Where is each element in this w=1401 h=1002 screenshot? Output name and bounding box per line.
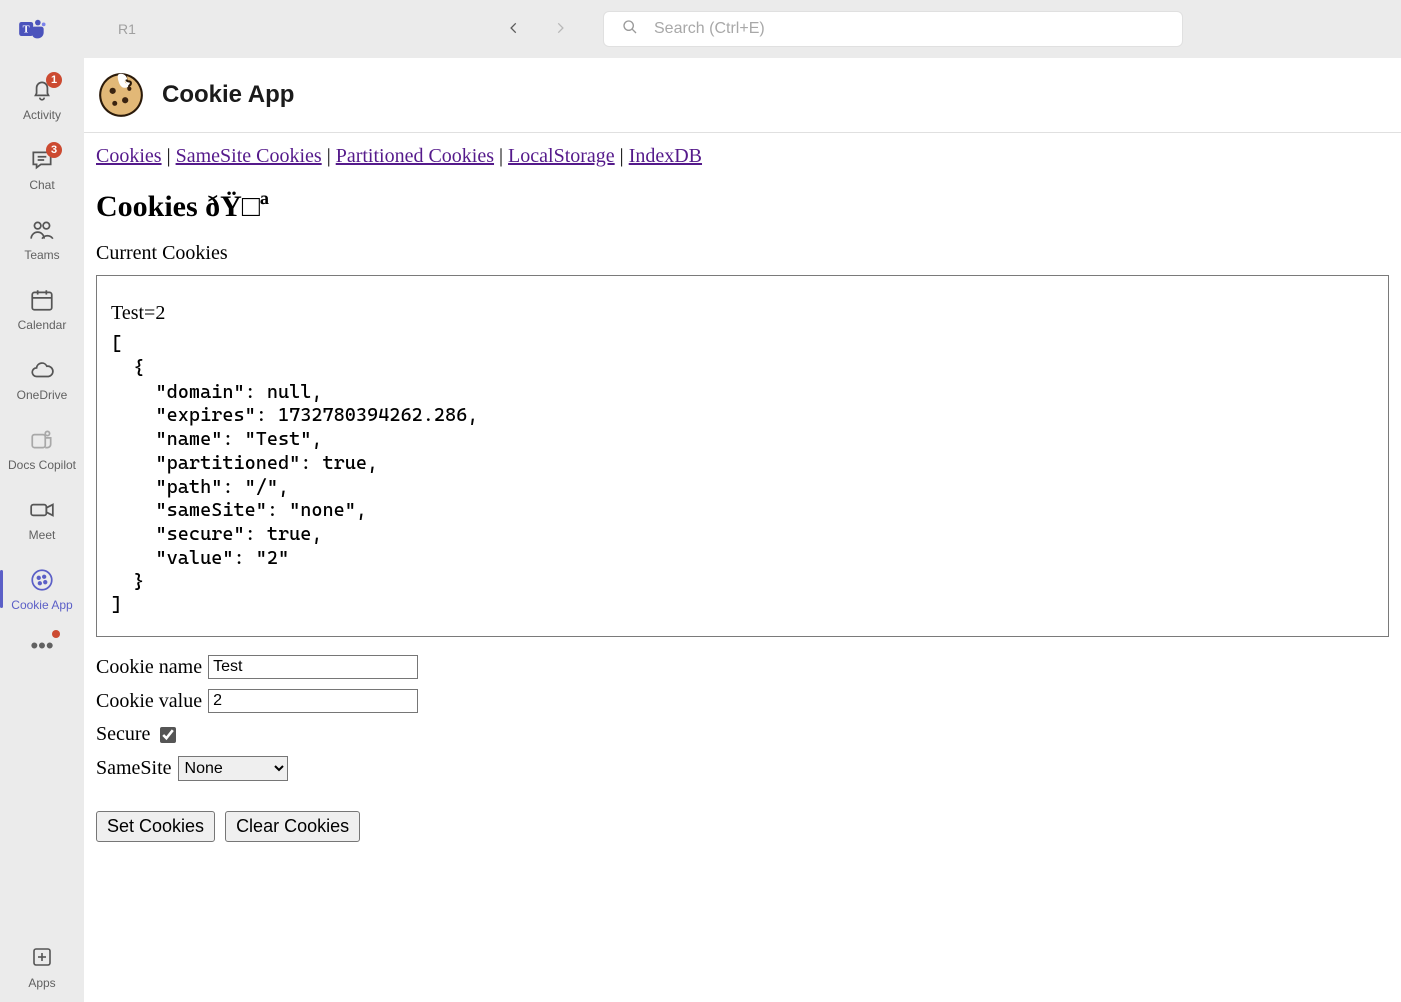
cookie-icon xyxy=(28,566,56,594)
activity-badge: 1 xyxy=(46,72,62,88)
cookie-name-row: Cookie name xyxy=(96,655,1389,679)
rail-label: Cookie App xyxy=(11,598,72,612)
rail-item-meet[interactable]: Meet xyxy=(0,486,84,552)
app-title: Cookie App xyxy=(162,81,294,109)
title-bar: T R1 xyxy=(0,0,1401,58)
link-localstorage[interactable]: LocalStorage xyxy=(508,145,615,167)
copilot-icon xyxy=(28,426,56,454)
chat-badge: 3 xyxy=(46,142,62,158)
video-icon xyxy=(28,496,56,524)
rail-item-chat[interactable]: 3 Chat xyxy=(0,136,84,202)
search-icon xyxy=(622,19,638,40)
cookie-logo-icon xyxy=(96,70,146,120)
forward-button[interactable] xyxy=(553,19,567,40)
rail-label: Chat xyxy=(29,178,54,192)
secure-checkbox[interactable] xyxy=(160,727,176,743)
rail-label: Teams xyxy=(24,248,59,262)
people-icon xyxy=(28,216,56,244)
rail-item-activity[interactable]: 1 Activity xyxy=(0,66,84,132)
bell-icon: 1 xyxy=(28,76,56,104)
env-label: R1 xyxy=(118,21,136,37)
rail-item-docscopilot[interactable]: Docs Copilot xyxy=(0,416,84,482)
app-header: Cookie App xyxy=(84,58,1401,133)
secure-row: Secure xyxy=(96,723,1389,746)
rail-label: Meet xyxy=(29,528,56,542)
app-content: Cookie App Cookies | SameSite Cookies | … xyxy=(84,58,1401,1002)
cookie-value-input[interactable] xyxy=(208,689,418,713)
cookie-value-label: Cookie value xyxy=(96,690,202,713)
apps-icon xyxy=(30,945,54,972)
rail-label: Activity xyxy=(23,108,61,122)
rail-item-onedrive[interactable]: OneDrive xyxy=(0,346,84,412)
samesite-row: SameSite NoneLaxStrict xyxy=(96,756,1389,781)
page-title: Cookies ðŸ□ª xyxy=(96,190,1389,224)
teams-logo-icon: T xyxy=(18,15,46,43)
app-rail: 1 Activity 3 Chat Teams Calendar xyxy=(0,58,84,1002)
chat-icon: 3 xyxy=(28,146,56,174)
link-partitioned[interactable]: Partitioned Cookies xyxy=(336,145,494,167)
link-samesite[interactable]: SameSite Cookies xyxy=(176,145,322,167)
page-nav-links: Cookies | SameSite Cookies | Partitioned… xyxy=(96,145,1389,168)
cookie-json: [ { "domain": null, "expires": 173278039… xyxy=(111,333,1374,618)
rail-item-cookieapp[interactable]: Cookie App xyxy=(0,556,84,622)
secure-label: Secure xyxy=(96,723,150,746)
rail-item-apps[interactable]: Apps xyxy=(0,932,84,1002)
search-box[interactable] xyxy=(603,11,1183,47)
set-cookies-button[interactable]: Set Cookies xyxy=(96,811,215,842)
cookie-name-input[interactable] xyxy=(208,655,418,679)
rail-item-teams[interactable]: Teams xyxy=(0,206,84,272)
samesite-label: SameSite xyxy=(96,757,172,780)
more-indicator xyxy=(52,630,60,638)
clear-cookies-button[interactable]: Clear Cookies xyxy=(225,811,360,842)
rail-item-calendar[interactable]: Calendar xyxy=(0,276,84,342)
rail-label: Calendar xyxy=(18,318,67,332)
current-cookies-label: Current Cookies xyxy=(96,242,1389,265)
cookie-output-box: Test=2 [ { "domain": null, "expires": 17… xyxy=(96,275,1389,637)
cookie-kv: Test=2 xyxy=(111,302,1374,325)
back-button[interactable] xyxy=(507,19,521,40)
cloud-icon xyxy=(28,356,56,384)
cookie-value-row: Cookie value xyxy=(96,689,1389,713)
link-indexdb[interactable]: IndexDB xyxy=(629,145,702,167)
calendar-icon xyxy=(28,286,56,314)
rail-label: Apps xyxy=(28,976,55,990)
rail-label: OneDrive xyxy=(17,388,68,402)
svg-text:T: T xyxy=(23,25,30,36)
history-nav xyxy=(507,19,567,40)
samesite-select[interactable]: NoneLaxStrict xyxy=(178,756,288,781)
cookie-name-label: Cookie name xyxy=(96,656,202,679)
rail-item-more[interactable]: ••• xyxy=(0,628,84,664)
more-icon: ••• xyxy=(30,633,53,659)
link-cookies[interactable]: Cookies xyxy=(96,145,162,167)
rail-label: Docs Copilot xyxy=(8,458,76,472)
search-input[interactable] xyxy=(652,19,1164,39)
